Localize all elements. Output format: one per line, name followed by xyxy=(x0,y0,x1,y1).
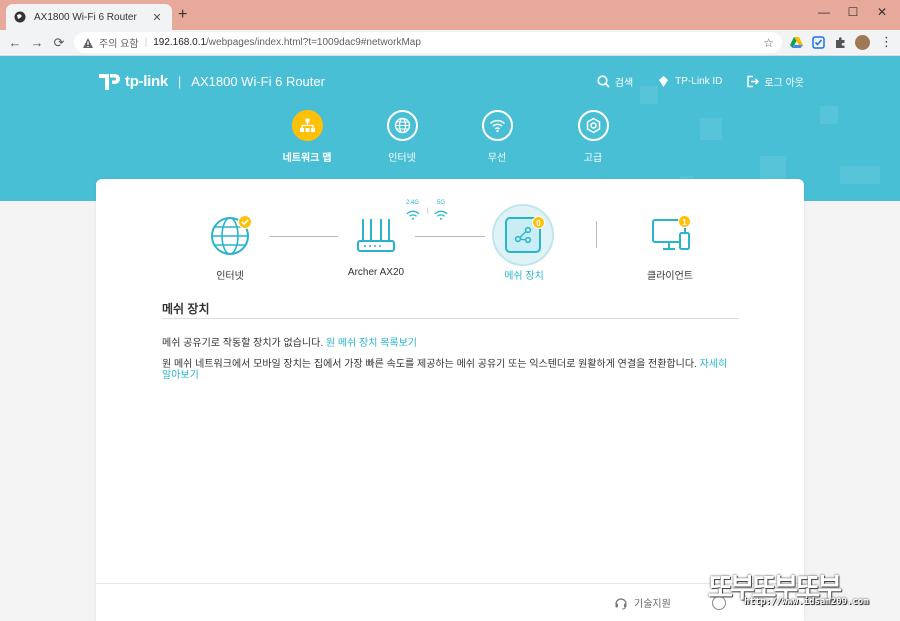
extensions-puzzle-icon[interactable] xyxy=(834,36,847,49)
search-icon xyxy=(597,75,610,88)
no-mesh-message: 메쉬 공유기로 작동할 장치가 없습니다. 원 메쉬 장치 목록보기 xyxy=(162,338,739,349)
brand[interactable]: tp-link | AX1800 Wi-Fi 6 Router xyxy=(96,68,325,94)
nav-wireless[interactable]: 무선 xyxy=(457,110,537,164)
section-title: 메쉬 장치 xyxy=(162,302,210,316)
connected-check-icon xyxy=(238,215,252,229)
clients-count-badge: 1 xyxy=(678,215,691,228)
router-node[interactable]: Archer AX20 xyxy=(342,215,410,278)
band-5-label: 5G xyxy=(437,200,446,206)
browser-menu-icon[interactable]: ⋮ xyxy=(880,34,893,50)
section-divider xyxy=(162,318,739,319)
mesh-count-badge: 0 xyxy=(532,216,545,229)
new-tab-button[interactable]: + xyxy=(178,7,187,23)
browser-toolbar: ← → ⟳ 주의 요함 | 192.168.0.1/webpages/index… xyxy=(0,30,900,56)
tplink-id-link[interactable]: TP-Link ID xyxy=(657,75,722,88)
header-links: 검색 TP-Link ID 로그 아웃 xyxy=(597,74,804,89)
router-icon xyxy=(357,219,395,252)
nav-internet[interactable]: 인터넷 xyxy=(362,110,442,164)
url-host: 192.168.0.1 xyxy=(153,37,207,48)
description-text: 원 메쉬 네트워크에서 모바일 장치는 집에서 가장 빠른 속도를 제공하는 메… xyxy=(162,359,697,370)
back-button[interactable]: ← xyxy=(6,34,24,52)
browser-tab-strip: AX1800 Wi-Fi 6 Router ✕ + — ☐ ✕ xyxy=(0,0,900,30)
wifi-5g-icon xyxy=(434,210,448,220)
globe-icon xyxy=(386,110,418,141)
mesh-label[interactable]: 메쉬 장치 xyxy=(484,267,564,282)
nav-internet-label: 인터넷 xyxy=(388,153,416,164)
decor-square xyxy=(840,166,880,184)
url-separator: | xyxy=(144,37,148,48)
nav-network-map[interactable]: 네트워크 맵 xyxy=(267,110,347,164)
minimize-button[interactable]: — xyxy=(811,3,837,21)
watermark-url: http://www.idsam209.com xyxy=(744,597,869,607)
clients-label: 클라이언트 xyxy=(647,271,693,282)
bookmark-star-icon[interactable]: ☆ xyxy=(763,36,774,50)
brand-separator: | xyxy=(177,73,182,89)
browser-tab[interactable]: AX1800 Wi-Fi 6 Router ✕ xyxy=(6,4,172,30)
nav-network-map-label: 네트워크 맵 xyxy=(282,153,332,164)
user-icon xyxy=(659,76,669,87)
search-label: 검색 xyxy=(614,78,634,89)
band-24-label: 2.4G xyxy=(406,200,420,206)
wifi-icon xyxy=(481,110,513,141)
globe-favicon-icon xyxy=(14,11,26,23)
band-separator: | xyxy=(427,208,429,214)
warning-icon xyxy=(83,37,93,48)
tplink-logo-icon xyxy=(99,74,120,90)
logo-text: tp-link xyxy=(125,72,168,90)
mesh-node-highlight[interactable]: 0 xyxy=(492,204,554,266)
security-warning: 주의 요함 xyxy=(99,39,139,50)
support-link[interactable]: 기술지원 xyxy=(614,595,671,610)
support-label: 기술지원 xyxy=(634,599,671,610)
connection-line xyxy=(415,236,485,237)
connection-line xyxy=(269,236,338,237)
product-name: AX1800 Wi-Fi 6 Router xyxy=(191,73,325,89)
headset-icon xyxy=(615,597,627,609)
connection-divider xyxy=(596,221,597,248)
reload-button[interactable]: ⟳ xyxy=(50,34,68,52)
network-map-card: 인터넷 Archer AX20 2.4G | 5G 0 메쉬 장치 클라이언트 … xyxy=(96,179,804,621)
decor-square xyxy=(820,106,838,124)
nav-advanced[interactable]: 고급 xyxy=(553,110,633,164)
forward-button[interactable]: → xyxy=(28,34,46,52)
decor-square xyxy=(700,118,722,140)
close-window-button[interactable]: ✕ xyxy=(869,3,895,21)
url-path: /webpages/index.html?t=1009dac9#networkM… xyxy=(206,37,421,48)
network-map-icon xyxy=(291,110,323,141)
checkbox-extension-icon[interactable] xyxy=(812,36,825,49)
footer-divider xyxy=(96,583,804,584)
logout-link[interactable]: 로그 아웃 xyxy=(746,74,804,89)
profile-avatar[interactable] xyxy=(855,35,870,50)
no-devices-text: 메쉬 공유기로 작동할 장치가 없습니다. xyxy=(162,338,324,349)
google-drive-extension-icon[interactable] xyxy=(790,36,803,49)
logout-icon xyxy=(747,75,760,88)
address-bar[interactable]: 주의 요함 | 192.168.0.1/webpages/index.html?… xyxy=(74,32,782,53)
nav-advanced-label: 고급 xyxy=(583,153,603,164)
nav-wireless-label: 무선 xyxy=(487,153,507,164)
watermark: 또부또부또부 http://www.idsam209.com xyxy=(708,566,894,616)
mesh-list-link[interactable]: 원 메쉬 장치 목록보기 xyxy=(326,338,417,349)
internet-label: 인터넷 xyxy=(216,271,244,282)
clients-node[interactable]: 클라이언트 1 xyxy=(634,215,706,282)
tplink-id-label: TP-Link ID xyxy=(675,76,723,87)
internet-node[interactable]: 인터넷 xyxy=(200,215,260,282)
wifi-24-icon xyxy=(406,210,420,220)
search-link[interactable]: 검색 xyxy=(597,74,633,89)
tab-title: AX1800 Wi-Fi 6 Router xyxy=(34,11,137,23)
tab-close-icon[interactable]: ✕ xyxy=(150,11,164,24)
maximize-button[interactable]: ☐ xyxy=(840,3,866,21)
gear-icon xyxy=(577,110,609,141)
router-label: Archer AX20 xyxy=(347,267,405,278)
logout-label: 로그 아웃 xyxy=(764,78,804,89)
mesh-description: 원 메쉬 네트워크에서 모바일 장치는 집에서 가장 빠른 속도를 제공하는 메… xyxy=(162,359,739,381)
